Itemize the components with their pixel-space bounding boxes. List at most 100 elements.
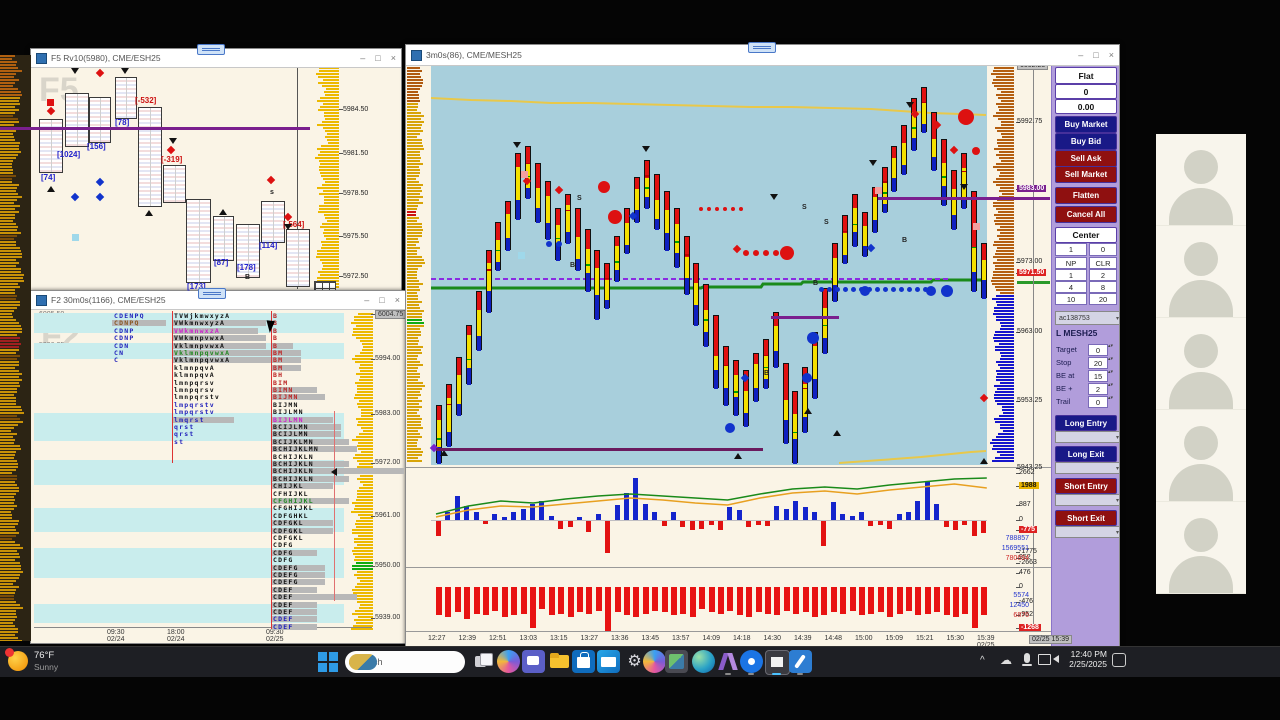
search-input[interactable]: Search — [345, 651, 465, 673]
short-entry-selector[interactable] — [1055, 494, 1119, 506]
candle[interactable] — [554, 208, 561, 261]
main-chart-area[interactable]: SSSBBBB6002.255992.755983.005973.005971.… — [406, 45, 1119, 647]
candle[interactable] — [643, 159, 650, 210]
qty-preset-4[interactable]: 4 — [1055, 281, 1087, 293]
trading-app-icon[interactable] — [765, 650, 790, 675]
close-button[interactable]: × — [1109, 46, 1114, 64]
candle[interactable] — [762, 339, 769, 389]
candle[interactable] — [584, 228, 591, 292]
onedrive-cloud-icon[interactable]: ☁ — [1000, 653, 1012, 667]
file-explorer-icon[interactable] — [548, 650, 571, 673]
window-f2-tpo-chart[interactable]: F2 30m0s(1166), CME/ESH25 –□× F2 6005.50… — [30, 290, 406, 644]
footprint-cluster[interactable] — [138, 107, 162, 207]
candle[interactable] — [455, 356, 462, 417]
footprint-cluster[interactable] — [213, 216, 234, 261]
candle[interactable] — [614, 235, 621, 282]
close-button[interactable]: × — [391, 49, 396, 67]
teams-icon[interactable] — [522, 650, 545, 673]
candle[interactable] — [970, 190, 977, 292]
candle[interactable] — [653, 173, 660, 230]
media-player-icon[interactable] — [643, 650, 666, 673]
qty-preset-np[interactable]: NP — [1055, 257, 1087, 269]
candle[interactable] — [822, 287, 829, 355]
order-qty-input[interactable]: 1 — [1055, 243, 1087, 256]
candle[interactable] — [871, 187, 878, 234]
be--input[interactable]: 2 — [1088, 383, 1108, 395]
candle[interactable] — [535, 163, 541, 223]
maximize-button[interactable]: □ — [375, 49, 380, 67]
paint-icon[interactable] — [789, 650, 812, 673]
close-button[interactable]: × — [395, 291, 400, 309]
candle[interactable] — [663, 190, 670, 251]
candle[interactable] — [683, 235, 690, 296]
account-selector[interactable]: ac138753 — [1055, 311, 1119, 325]
footprint-cluster[interactable] — [286, 229, 310, 287]
sell-ask-button[interactable]: Sell Ask — [1055, 150, 1117, 167]
short-exit-selector[interactable] — [1055, 526, 1119, 538]
candle[interactable] — [495, 221, 502, 272]
stop-input[interactable]: 20 — [1088, 357, 1108, 369]
long-exit-button[interactable]: Long Exit — [1055, 446, 1117, 462]
qty-preset-clr[interactable]: CLR — [1089, 257, 1117, 269]
sell-market-button[interactable]: Sell Market — [1055, 166, 1117, 183]
long-exit-selector[interactable] — [1055, 462, 1119, 474]
candle[interactable] — [475, 290, 482, 351]
footprint-cluster[interactable] — [186, 199, 211, 283]
edge-icon[interactable] — [692, 650, 715, 673]
long-entry-button[interactable]: Long Entry — [1055, 415, 1117, 431]
flatten-button[interactable]: Flatten — [1055, 187, 1117, 204]
photos-icon[interactable] — [665, 650, 688, 673]
candle[interactable] — [574, 208, 581, 272]
qty-preset-1[interactable]: 1 — [1055, 269, 1087, 281]
candle[interactable] — [980, 242, 987, 299]
qty-preset-8[interactable]: 8 — [1089, 281, 1117, 293]
buy-bid-button[interactable]: Buy Bid — [1055, 133, 1117, 150]
clock[interactable]: 12:40 PM 2/25/2025 — [1055, 649, 1107, 675]
order-qty-alt[interactable]: 0 — [1089, 243, 1117, 256]
window-tab-pill[interactable] — [197, 44, 225, 55]
spinner[interactable]: ▴▾ — [1108, 370, 1114, 375]
candle[interactable] — [604, 263, 611, 310]
minimize-button[interactable]: – — [364, 291, 369, 309]
maximize-button[interactable]: □ — [379, 291, 384, 309]
start-button[interactable] — [318, 652, 338, 672]
spinner[interactable]: ▴▾ — [1108, 383, 1114, 388]
footprint-cluster[interactable] — [89, 97, 111, 143]
candle[interactable] — [832, 242, 838, 303]
messenger-icon[interactable] — [740, 650, 763, 673]
store-icon[interactable] — [572, 650, 595, 673]
weather-widget[interactable]: 76°F Sunny — [5, 648, 126, 675]
candle[interactable] — [673, 208, 680, 268]
candle[interactable] — [891, 146, 898, 192]
window-tab-pill[interactable] — [748, 42, 776, 53]
copilot-icon[interactable] — [497, 650, 520, 673]
trail-input[interactable]: 0 — [1088, 396, 1108, 408]
candle[interactable] — [921, 87, 928, 134]
qty-preset-2[interactable]: 2 — [1089, 269, 1117, 281]
footprint-cluster[interactable] — [115, 77, 137, 119]
minimize-button[interactable]: – — [1078, 46, 1083, 64]
visual-studio-icon[interactable] — [717, 650, 740, 673]
microphone-icon[interactable] — [1024, 653, 1030, 663]
candle[interactable] — [515, 152, 522, 220]
spinner[interactable]: ▴▾ — [1108, 344, 1114, 349]
window-tab-pill[interactable] — [198, 288, 226, 299]
candle[interactable] — [723, 346, 730, 406]
candle[interactable] — [465, 325, 472, 386]
footprint-cluster[interactable] — [65, 93, 89, 147]
notification-center-icon[interactable] — [1112, 653, 1126, 667]
candle[interactable] — [772, 311, 779, 368]
speaker-icon[interactable] — [1053, 655, 1059, 663]
candle[interactable] — [841, 215, 848, 265]
short-entry-button[interactable]: Short Entry — [1055, 478, 1117, 494]
candle[interactable] — [693, 263, 700, 327]
window-main-chart[interactable]: 3m0s(86), CME/MESH25 –□× SSSBBBB6002.255… — [405, 44, 1120, 648]
candle[interactable] — [901, 125, 908, 175]
device-icon[interactable] — [1038, 654, 1051, 665]
cancel-all-button[interactable]: Cancel All — [1055, 206, 1117, 223]
candle[interactable] — [851, 194, 858, 248]
be-at-input[interactable]: 15 — [1088, 370, 1108, 382]
candle[interactable] — [782, 363, 789, 444]
maximize-button[interactable]: □ — [1093, 46, 1098, 64]
target-input[interactable]: 0 — [1088, 344, 1108, 356]
